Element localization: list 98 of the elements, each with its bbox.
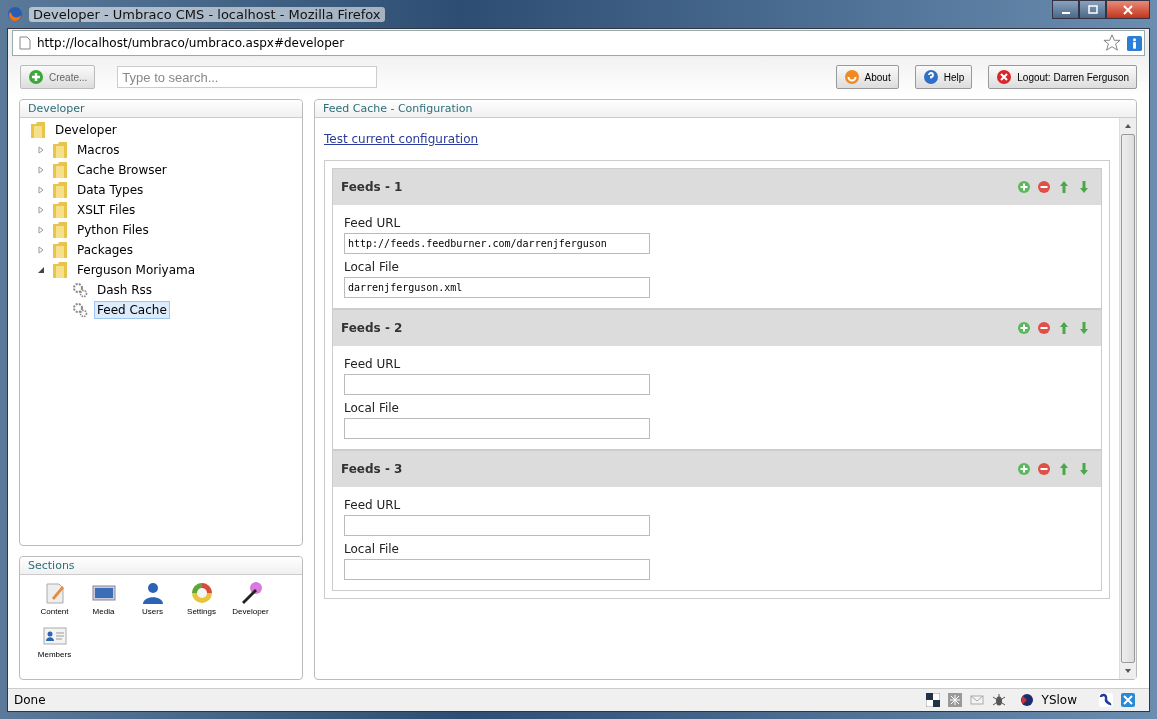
minimize-button[interactable] [1052,0,1079,19]
tree-item[interactable]: XSLT Files [74,201,139,219]
move-up-icon[interactable] [1057,462,1071,476]
expand-toggle[interactable] [36,166,46,174]
field-label: Feed URL [344,498,401,512]
page-icon [19,36,31,50]
search-field[interactable]: Type to search... [117,66,378,88]
gear-icon [72,301,88,319]
maximize-button[interactable] [1079,0,1106,19]
star-icon[interactable] [1103,34,1121,52]
section-label[interactable]: Settings [187,607,216,616]
remove-icon[interactable] [1037,462,1051,476]
panel-title: Sections [20,557,302,575]
about-button[interactable]: About [835,65,899,89]
bug-icon[interactable] [991,693,1006,707]
expand-toggle[interactable] [36,146,46,154]
folder-icon [52,181,68,199]
folder-icon [52,161,68,179]
close-icon [1123,4,1133,15]
tree-item[interactable]: Python Files [74,221,152,239]
browser-logo-icon [7,6,23,22]
field-label: Local File [344,542,399,556]
yslow-button[interactable]: YSlow [1013,693,1091,707]
plus-icon [28,69,44,85]
window-title: Developer - Umbraco CMS - localhost - Mozilla Firefox [29,6,385,22]
input-field[interactable] [344,515,650,536]
tree-item[interactable]: Data Types [74,181,147,199]
mail-icon[interactable] [969,693,984,707]
cross-icon [996,69,1013,85]
gauge-icon [1019,693,1034,707]
tree-item[interactable]: Ferguson Moriyama [74,261,199,279]
status-text: Done [14,693,46,707]
contrast-icon[interactable] [925,693,940,707]
settings-section-icon[interactable] [189,581,214,605]
users-section-icon[interactable] [140,581,165,605]
panel-title: Developer [20,100,302,118]
help-button[interactable]: Help [914,65,973,89]
input-field[interactable] [344,559,650,580]
tree-item[interactable]: Packages [74,241,136,259]
panel-title: Feed Cache - Configuration [315,100,1136,118]
folder-icon [52,221,68,239]
field-label: Feed URL [344,216,401,230]
input-field[interactable]: darrenjferguson.xml [344,277,650,298]
folder-icon [52,241,68,259]
tree-item[interactable]: Macros [74,141,123,159]
input-field[interactable] [344,418,650,439]
field-label: Local File [344,260,399,274]
minimize-icon [1061,11,1070,14]
move-up-icon[interactable] [1057,180,1071,194]
folder-icon [52,261,68,279]
feed-title: Feeds - 3 [341,462,404,476]
feed-title: Feeds - 2 [341,321,404,335]
remove-icon[interactable] [1037,180,1051,194]
remove-icon[interactable] [1037,321,1051,335]
folder-icon [52,201,68,219]
address-bar[interactable]: http://localhost/umbraco/umbraco.aspx#developer [12,30,1145,56]
test-configuration-link[interactable]: Test current configuration [324,132,479,146]
move-up-icon[interactable] [1057,321,1071,335]
tree-item[interactable]: Feed Cache [94,301,170,319]
add-icon[interactable] [1017,321,1031,335]
help-icon [922,69,939,85]
gear-icon [72,281,88,299]
move-down-icon[interactable] [1077,180,1091,194]
move-down-icon[interactable] [1077,462,1091,476]
scrollbar[interactable] [1119,118,1136,679]
move-down-icon[interactable] [1077,321,1091,335]
scroll-up-icon[interactable] [1124,122,1132,130]
section-label[interactable]: Developer [232,607,269,616]
tree-item[interactable]: Dash Rss [94,281,156,299]
expand-toggle[interactable] [36,226,46,234]
info-icon[interactable] [1127,35,1142,51]
close-button[interactable] [1106,0,1150,19]
folder-icon [30,121,46,139]
input-field[interactable]: http://feeds.feedburner.com/darrenjferguson [344,233,650,254]
expand-toggle[interactable] [36,186,46,194]
members-section-icon[interactable] [42,624,67,648]
maximize-icon [1087,4,1098,15]
field-label: Feed URL [344,357,401,371]
field-label: Local File [344,401,399,415]
expand-toggle[interactable] [36,206,46,214]
folder-icon [52,141,68,159]
expand-toggle[interactable] [36,246,46,254]
input-field[interactable] [344,374,650,395]
tree-item[interactable]: Developer [52,121,120,139]
scroll-down-icon[interactable] [1124,667,1132,675]
tree-item[interactable]: Cache Browser [74,161,170,179]
feed-title: Feeds - 1 [341,180,404,194]
section-label[interactable]: Members [37,650,72,659]
section-label[interactable]: Content [40,607,69,616]
section-label[interactable]: Users [142,607,163,616]
add-icon[interactable] [1017,180,1031,194]
section-label[interactable]: Media [92,607,115,616]
create-button[interactable]: Create... [20,65,96,89]
grid-icon[interactable] [947,693,962,707]
expand-toggle[interactable] [36,266,46,274]
logout-button[interactable]: Logout: Darren Ferguson [988,65,1137,89]
add-icon[interactable] [1017,462,1031,476]
url-text: http://localhost/umbraco/umbraco.aspx#developer [37,36,346,50]
